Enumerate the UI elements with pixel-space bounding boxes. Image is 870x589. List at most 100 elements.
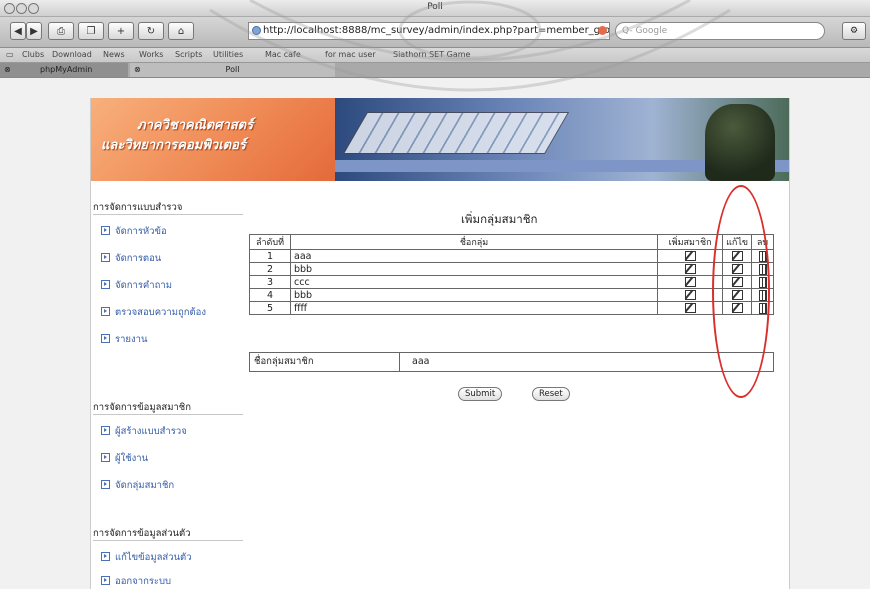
table-row: 4 bbb [249,288,774,302]
reload-button[interactable]: ↻ [138,22,164,40]
divider [93,214,243,215]
bookmark-button[interactable]: ❐ [78,22,104,40]
add-member-icon[interactable] [684,290,696,300]
arrow-box-icon [101,280,110,289]
bookmark-item[interactable]: for mac user [325,50,376,59]
bookmark-item[interactable]: Clubs [22,50,44,59]
row-number: 1 [249,249,291,263]
arrow-box-icon [101,307,110,316]
settings-button[interactable]: ⚙ [842,22,866,40]
row-number: 2 [249,262,291,276]
banner-title-line2: และวิทยาการคอมพิวเตอร์ [101,138,246,153]
print-button[interactable]: ⎙ [48,22,74,40]
sidebar-item-validate[interactable]: ตรวจสอบความถูกต้อง [101,305,206,320]
home-icon: ⌂ [177,26,185,37]
tab-close-icon[interactable]: ⊗ [134,63,141,77]
sidebar-item-label: ผู้ใช้งาน [115,453,149,464]
member-group-table: ลำดับที่ ชื่อกลุ่ม เพิ่มสมาชิก แก้ไข ลบ … [249,234,774,315]
mascot-image [705,104,775,181]
tab-label: Poll [225,65,240,74]
sidebar-section-title: การจัดการข้อมูลส่วนตัว [93,528,191,539]
sidebar-item-label: จัดการตอน [115,253,162,264]
tab-phpmyadmin[interactable]: ⊗ phpMyAdmin [0,63,128,77]
arrow-box-icon [101,576,110,585]
keyboard-image [342,112,570,154]
sidebar-item-report[interactable]: รายงาน [101,332,147,347]
add-bookmark-button[interactable]: + [108,22,134,40]
sidebar-item-label: จัดการหัวข้อ [115,226,167,237]
column-header-name: ชื่อกลุ่ม [289,234,659,250]
browser-toolbar: ◀ ▶ ⎙ ❐ + ↻ ⌂ http://localhost:8888/mc_s… [0,17,870,48]
forward-arrow-icon: ▶ [30,26,38,37]
forward-button[interactable]: ▶ [26,22,42,40]
sidebar-item-member-groups[interactable]: จัดกลุ่มสมาชิก [101,478,174,493]
sidebar-section-title: การจัดการแบบสำรวจ [93,202,183,213]
printer-icon: ⎙ [57,26,65,37]
home-button[interactable]: ⌂ [168,22,194,40]
group-name: bbb [289,262,659,276]
table-header-row: ลำดับที่ ชื่อกลุ่ม เพิ่มสมาชิก แก้ไข ลบ [249,234,774,250]
row-number: 5 [249,301,291,315]
bookmark-icon: ❐ [86,26,96,37]
table-row: 5 ffff [249,301,774,315]
url-text: http://localhost:8888/mc_survey/admin/in… [263,25,610,36]
sidebar-item-edit-profile[interactable]: แก้ไขข้อมูลส่วนตัว [101,550,192,565]
rss-icon[interactable] [598,26,607,35]
column-header-no: ลำดับที่ [249,234,291,250]
bookmark-item[interactable]: Works [139,50,163,59]
plus-icon: + [116,26,126,37]
sidebar-item-manage-topics[interactable]: จัดการหัวข้อ [101,224,167,239]
group-name: bbb [289,288,659,302]
bookmark-item[interactable]: News [103,50,125,59]
bookmark-item[interactable]: Download [52,50,92,59]
site-icon [252,26,261,35]
sidebar-item-label: ตรวจสอบความถูกต้อง [115,307,207,318]
sidebar-item-label: รายงาน [115,334,148,345]
add-member-icon[interactable] [684,264,696,274]
sidebar-item-manage-parts[interactable]: จัดการตอน [101,251,161,266]
url-bar[interactable]: http://localhost:8888/mc_survey/admin/in… [248,22,610,40]
sidebar-item-survey-creators[interactable]: ผู้สร้างแบบสำรวจ [101,424,187,439]
group-name-label: ชื่อกลุ่มสมาชิก [250,353,400,371]
group-name-form: ชื่อกลุ่มสมาชิก aaa [249,352,774,372]
reset-button[interactable]: Reset [532,387,570,401]
add-member-icon[interactable] [684,277,696,287]
table-row: 2 bbb [249,262,774,276]
bookmarks-bar: ▭ Clubs Download News Works Scripts Util… [0,48,870,63]
sidebar-item-label: ออกจากระบบ [115,576,172,587]
search-field[interactable]: Q- Google [615,22,825,40]
tab-poll[interactable]: ⊗ Poll [130,63,335,77]
arrow-box-icon [101,253,110,262]
arrow-box-icon [101,426,110,435]
sidebar-section-title: การจัดการข้อมูลสมาชิก [93,402,191,413]
group-name: ccc [289,275,659,289]
annotation-circle [712,185,770,398]
bookmark-item[interactable]: Scripts [175,50,202,59]
table-row: 3 ccc [249,275,774,289]
arrow-box-icon [101,334,110,343]
divider [93,540,243,541]
row-number: 3 [249,275,291,289]
tab-bar: ⊗ phpMyAdmin ⊗ Poll [0,63,870,78]
tab-close-icon[interactable]: ⊗ [4,65,11,74]
back-arrow-icon: ◀ [14,26,22,37]
bookmark-item[interactable]: Mac cafe [265,50,301,59]
add-member-icon[interactable] [684,251,696,261]
bookmark-item[interactable]: Siathorn SET Game [393,50,470,59]
sidebar-item-logout[interactable]: ออกจากระบบ [101,574,171,589]
window-title: Poll [427,2,443,12]
bookmark-item[interactable]: Utilities [213,50,243,59]
bookmarks-book-icon[interactable]: ▭ [6,50,14,59]
submit-button[interactable]: Submit [458,387,503,401]
add-member-icon[interactable] [684,303,696,313]
sidebar-item-label: แก้ไขข้อมูลส่วนตัว [115,552,192,563]
table-row: 1 aaa [249,249,774,263]
arrow-box-icon [101,480,110,489]
divider [93,414,243,415]
sidebar-item-manage-questions[interactable]: จัดการคำถาม [101,278,172,293]
reload-icon: ↻ [146,26,156,37]
page-title: เพิ่มกลุ่มสมาชิก [461,212,538,226]
sidebar-item-users[interactable]: ผู้ใช้งาน [101,451,148,466]
gear-icon: ⚙ [849,26,859,36]
back-button[interactable]: ◀ [10,22,26,40]
